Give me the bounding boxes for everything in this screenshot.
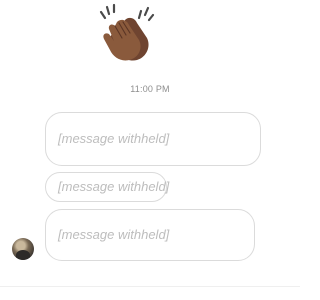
composer-divider [0,286,300,287]
message-text: [message withheld] [58,179,170,194]
message-text: [message withheld] [58,131,170,146]
message-bubble[interactable]: [message withheld] [45,209,255,261]
message-bubble[interactable]: [message withheld] [45,112,261,166]
chat-thread: 11:00 PM [message withheld] [message wit… [0,0,300,300]
clapping-hands-icon[interactable] [95,2,159,64]
message-text: [message withheld] [58,227,170,242]
sender-avatar[interactable] [12,238,34,260]
message-timestamp: 11:00 PM [130,84,170,94]
message-bubble[interactable]: [message withheld] [45,172,170,202]
